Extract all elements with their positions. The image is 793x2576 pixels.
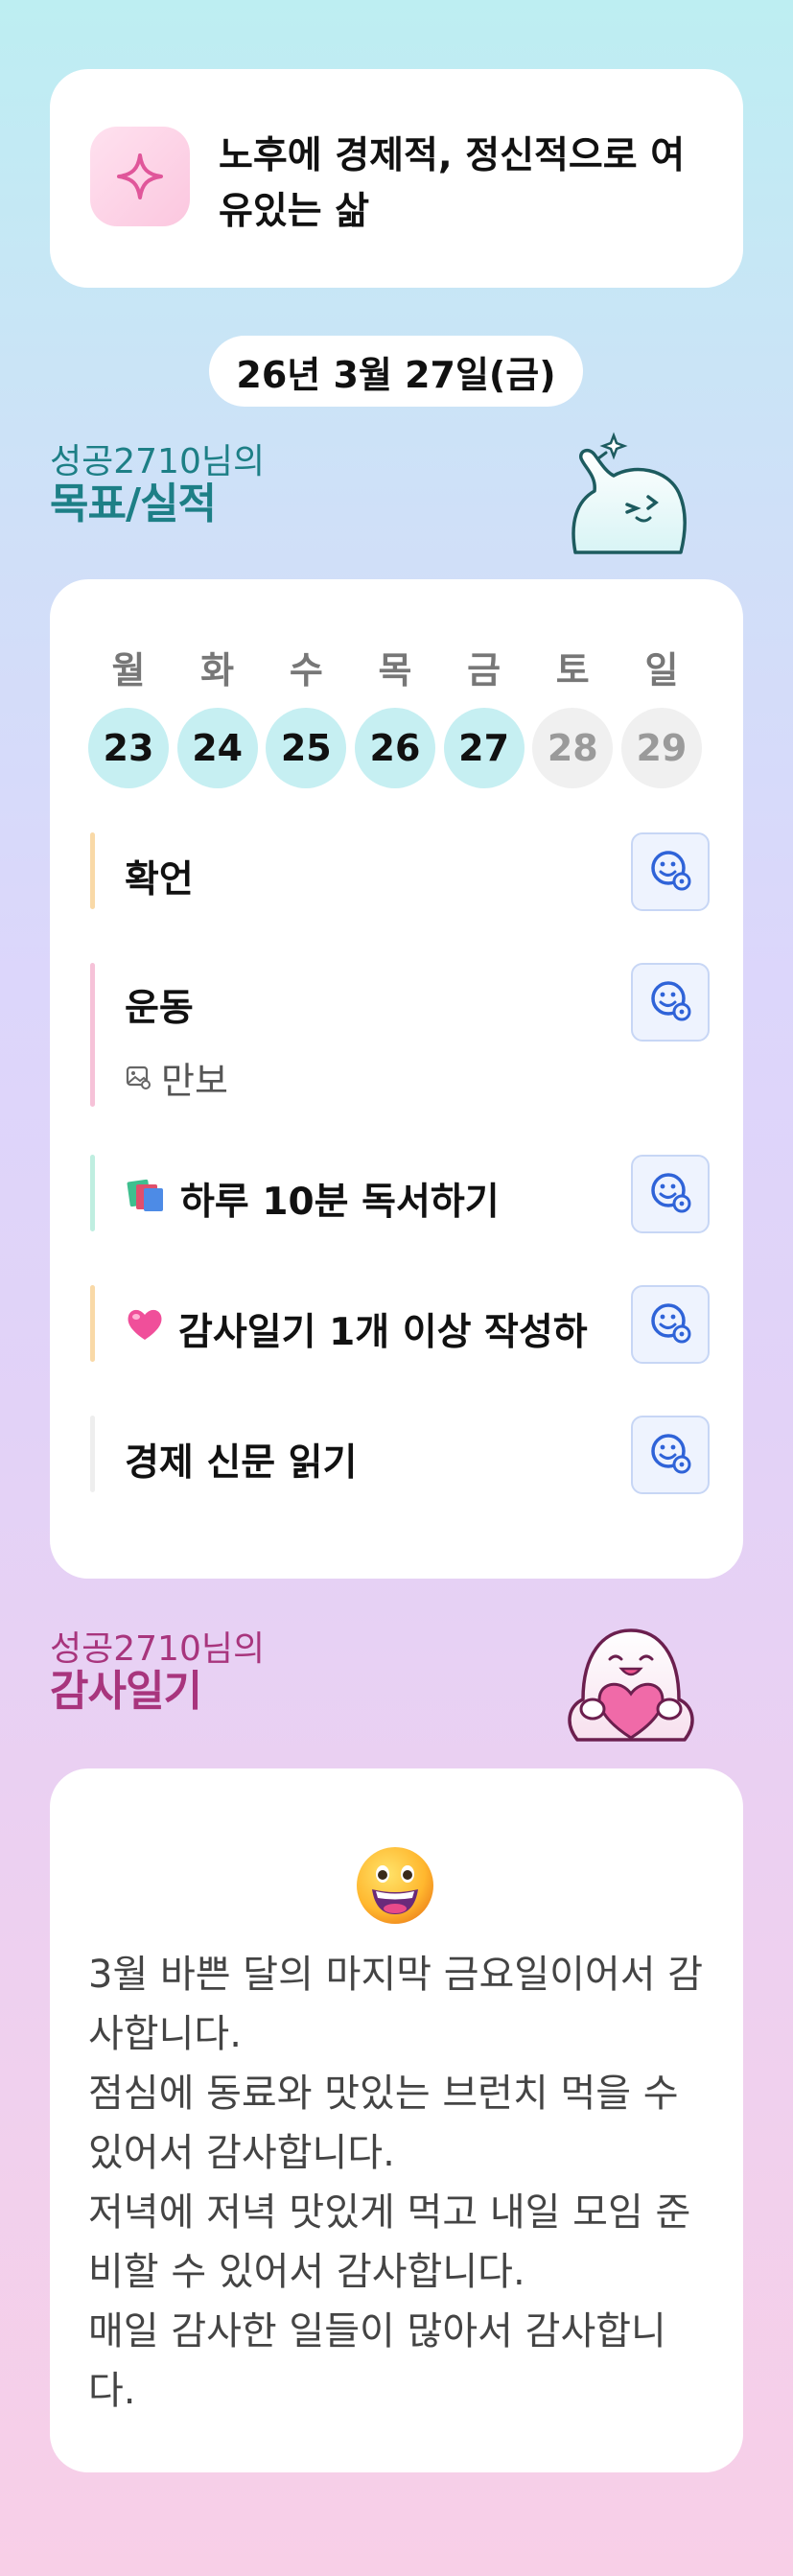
sparkle-icon [90,127,190,226]
smiley-check-icon [647,1169,693,1219]
habit-label-text: 운동 [125,987,194,1030]
habit-check-button[interactable] [631,1285,710,1364]
habit-label: 감사일기 1개 이상 작성하 [125,1302,588,1356]
gratitude-section-heading: 성공2710님의 감사일기 [50,1630,265,1715]
gratitude-entry-text: 3월 바쁜 달의 마지막 금요일이어서 감사합니다. 점심에 동료와 맛있는 브… [88,1953,704,2413]
date-circle[interactable]: 28 [532,708,614,788]
date-circle[interactable]: 26 [354,708,435,788]
weekday-label: 수 [289,649,323,691]
habit-item-exercise: 운동 만보 [90,963,710,1107]
smiley-check-icon [647,847,693,897]
goal-text: 노후에 경제적, 정신적으로 여유있는 삶 [219,134,686,233]
habit-label-text: 확언 [125,858,194,902]
habit-check-button[interactable] [631,1155,710,1233]
date-circle[interactable]: 24 [176,708,258,788]
weekday-label: 화 [200,649,235,691]
habit-tracker-card: 월 화 수 목 금 토 일 23 24 25 26 27 28 29 확언 운동 [50,579,743,1579]
date-circle[interactable]: 27 [443,708,525,788]
habit-item-affirmation: 확언 [90,832,710,911]
smiley-check-icon [647,1430,693,1480]
gratitude-journal-card: 3월 바쁜 달의 마지막 금요일이어서 감사합니다. 점심에 동료와 맛있는 브… [50,1768,743,2472]
habit-label: 확언 [125,850,194,903]
image-icon [125,1057,152,1099]
habit-item-reading: 하루 10분 독서하기 [90,1155,710,1233]
goals-section-heading: 성공2710님의 목표/실적 [50,443,265,527]
habit-color-bar [90,1285,95,1362]
goals-heading-subtitle: 성공2710님의 [50,442,266,481]
habit-label-text: 하루 10분 독서하기 [180,1181,500,1224]
habit-label-text: 감사일기 1개 이상 작성하 [178,1311,588,1354]
habit-check-button[interactable] [631,1416,710,1494]
habit-item-news: 경제 신문 읽기 [90,1416,710,1494]
weekday-label: 월 [111,649,146,691]
habit-item-gratitude-journal: 감사일기 1개 이상 작성하 [90,1285,710,1364]
habit-color-bar [90,832,95,909]
smiley-check-icon [647,977,693,1027]
gratitude-heading-title: 감사일기 [50,1667,202,1716]
goals-heading-title: 목표/실적 [50,480,217,528]
habit-color-bar [90,1416,95,1492]
habit-label: 경제 신문 읽기 [125,1433,357,1487]
week-date-row: 23 24 25 26 27 28 29 [88,708,702,788]
date-circle[interactable]: 25 [266,708,347,788]
pink-heart-icon [125,1305,165,1353]
habit-check-button[interactable] [631,832,710,911]
weekday-header-row: 월 화 수 목 금 토 일 [88,641,702,693]
books-icon [125,1175,167,1223]
date-selector[interactable]: 26년 3월 27일(금) [209,336,583,407]
weekday-label: 토 [555,649,590,691]
grinning-face-icon [357,1847,433,1924]
mascot-waving-icon [571,432,688,554]
date-circle[interactable]: 29 [620,708,702,788]
habit-subtag-text: 만보 [161,1060,228,1102]
weekday-label: 금 [467,649,501,691]
habit-subtag: 만보 [125,1051,228,1104]
gratitude-heading-subtitle: 성공2710님의 [50,1629,266,1669]
date-circle[interactable]: 23 [88,708,169,788]
habit-check-button[interactable] [631,963,710,1042]
habit-color-bar [90,963,95,1107]
habit-label-text: 경제 신문 읽기 [125,1441,358,1485]
goal-card[interactable]: 노후에 경제적, 정신적으로 여유있는 삶 [50,69,743,288]
mascot-heart-icon [568,1628,694,1742]
habit-label: 하루 10분 독서하기 [125,1172,500,1226]
weekday-label: 목 [378,649,412,691]
smiley-check-icon [647,1300,693,1349]
habit-color-bar [90,1155,95,1231]
weekday-label: 일 [644,649,679,691]
habit-label: 운동 [125,978,194,1032]
